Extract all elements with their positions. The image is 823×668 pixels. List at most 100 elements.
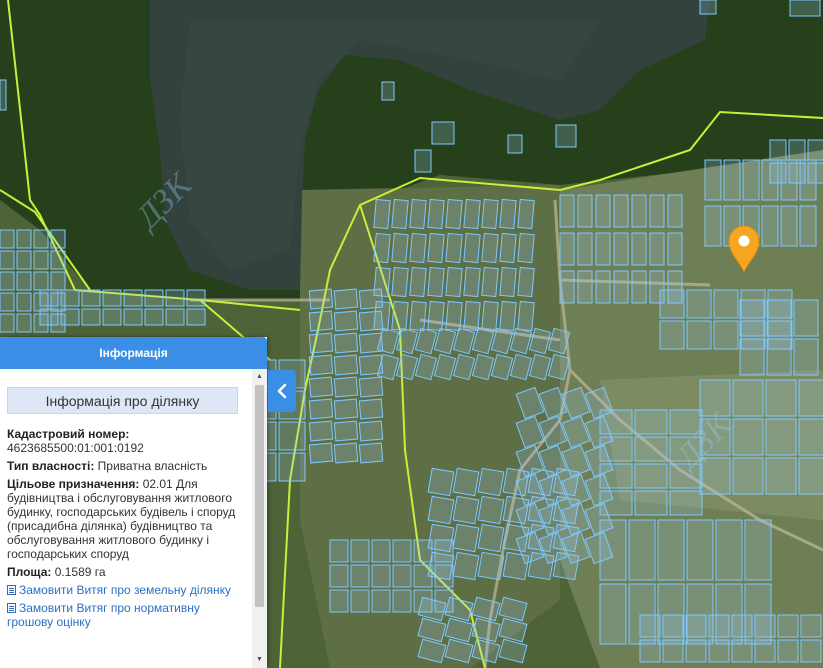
cadastral-parcel[interactable] xyxy=(434,539,454,563)
cadastral-parcel[interactable] xyxy=(144,308,164,326)
cadastral-parcel[interactable] xyxy=(358,288,384,310)
cadastral-parcel[interactable] xyxy=(373,232,391,264)
cadastral-parcel[interactable] xyxy=(392,589,412,613)
cadastral-parcel[interactable] xyxy=(278,421,306,451)
cadastral-parcel[interactable] xyxy=(102,308,122,326)
cadastral-parcel[interactable] xyxy=(631,270,647,304)
cadastral-parcel[interactable] xyxy=(793,338,819,376)
cadastral-parcel[interactable] xyxy=(371,589,391,613)
cadastral-parcel[interactable] xyxy=(766,299,792,337)
cadastral-parcel[interactable] xyxy=(798,379,823,417)
cadastral-parcel[interactable] xyxy=(60,308,80,326)
cadastral-parcel[interactable] xyxy=(445,300,463,332)
cadastral-parcel[interactable] xyxy=(807,162,823,184)
cadastral-parcel[interactable] xyxy=(409,266,427,298)
cadastral-parcel[interactable] xyxy=(507,134,523,154)
cadastral-parcel[interactable] xyxy=(358,442,384,464)
cadastral-parcel[interactable] xyxy=(0,313,15,333)
cadastral-parcel[interactable] xyxy=(481,232,499,264)
cadastral-parcel[interactable] xyxy=(463,300,481,332)
cadastral-parcel[interactable] xyxy=(427,495,455,525)
cadastral-parcel[interactable] xyxy=(308,288,334,310)
cadastral-parcel[interactable] xyxy=(765,457,797,495)
cadastral-parcel[interactable] xyxy=(333,398,359,420)
cadastral-parcel[interactable] xyxy=(413,539,433,563)
cadastral-parcel[interactable] xyxy=(333,442,359,464)
cadastral-parcel[interactable] xyxy=(308,420,334,442)
cadastral-parcel[interactable] xyxy=(754,614,776,638)
cadastral-parcel[interactable] xyxy=(761,205,779,247)
cadastral-parcel[interactable] xyxy=(800,614,822,638)
cadastral-parcel[interactable] xyxy=(708,614,730,638)
cadastral-parcel[interactable] xyxy=(452,551,480,581)
cadastral-parcel[interactable] xyxy=(16,229,32,249)
cadastral-parcel[interactable] xyxy=(16,313,32,333)
cadastral-parcel[interactable] xyxy=(16,292,32,312)
cadastral-parcel[interactable] xyxy=(0,292,15,312)
cadastral-parcel[interactable] xyxy=(358,332,384,354)
cadastral-parcel[interactable] xyxy=(789,0,821,17)
cadastral-parcel[interactable] xyxy=(715,519,743,581)
cadastral-parcel[interactable] xyxy=(765,418,797,456)
cadastral-parcel[interactable] xyxy=(731,614,753,638)
panel-scrollbar[interactable]: ▲ ▼ xyxy=(252,369,267,668)
cadastral-parcel[interactable] xyxy=(33,250,49,270)
cadastral-parcel[interactable] xyxy=(559,232,575,266)
cadastral-parcel[interactable] xyxy=(333,376,359,398)
cadastral-parcel[interactable] xyxy=(686,519,714,581)
cadastral-parcel[interactable] xyxy=(659,289,685,319)
cadastral-parcel[interactable] xyxy=(81,289,101,307)
cadastral-parcel[interactable] xyxy=(333,354,359,376)
cadastral-parcel[interactable] xyxy=(445,266,463,298)
cadastral-parcel[interactable] xyxy=(186,289,206,307)
cadastral-parcel[interactable] xyxy=(409,198,427,230)
cadastral-parcel[interactable] xyxy=(555,124,577,148)
cadastral-parcel[interactable] xyxy=(777,614,799,638)
cadastral-parcel[interactable] xyxy=(599,519,627,581)
cadastral-parcel[interactable] xyxy=(577,270,593,304)
cadastral-parcel[interactable] xyxy=(713,320,739,350)
cadastral-parcel[interactable] xyxy=(595,232,611,266)
cadastral-parcel[interactable] xyxy=(391,198,409,230)
cadastral-parcel[interactable] xyxy=(639,639,661,663)
cadastral-parcel[interactable] xyxy=(477,495,505,525)
cadastral-parcel[interactable] xyxy=(427,467,455,497)
cadastral-parcel[interactable] xyxy=(358,420,384,442)
cadastral-parcel[interactable] xyxy=(445,232,463,264)
cadastral-parcel[interactable] xyxy=(649,232,665,266)
cadastral-parcel[interactable] xyxy=(739,299,765,337)
cadastral-parcel[interactable] xyxy=(731,639,753,663)
cadastral-parcel[interactable] xyxy=(667,194,683,228)
cadastral-parcel[interactable] xyxy=(667,232,683,266)
cadastral-parcel[interactable] xyxy=(788,162,806,184)
cadastral-parcel[interactable] xyxy=(102,289,122,307)
cadastral-parcel[interactable] xyxy=(392,539,412,563)
cadastral-parcel[interactable] xyxy=(427,232,445,264)
cadastral-parcel[interactable] xyxy=(739,338,765,376)
cadastral-parcel[interactable] xyxy=(463,232,481,264)
cadastral-parcel[interactable] xyxy=(669,490,703,516)
cadastral-parcel[interactable] xyxy=(686,289,712,319)
collapse-panel-button[interactable] xyxy=(268,370,296,412)
cadastral-parcel[interactable] xyxy=(308,442,334,464)
cadastral-parcel[interactable] xyxy=(358,354,384,376)
cadastral-parcel[interactable] xyxy=(16,271,32,291)
cadastral-parcel[interactable] xyxy=(329,564,349,588)
cadastral-parcel[interactable] xyxy=(350,564,370,588)
cadastral-parcel[interactable] xyxy=(477,551,505,581)
cadastral-parcel[interactable] xyxy=(599,583,627,645)
cadastral-parcel[interactable] xyxy=(452,523,480,553)
cadastral-parcel[interactable] xyxy=(634,436,668,462)
cadastral-parcel[interactable] xyxy=(481,198,499,230)
cadastral-parcel[interactable] xyxy=(427,300,445,332)
cadastral-parcel[interactable] xyxy=(732,418,764,456)
cadastral-parcel[interactable] xyxy=(649,194,665,228)
cadastral-parcel[interactable] xyxy=(358,376,384,398)
cadastral-parcel[interactable] xyxy=(499,300,517,332)
order-land-extract-link[interactable]: Замовити Витяг про земельну ділянку xyxy=(7,583,245,597)
cadastral-parcel[interactable] xyxy=(123,289,143,307)
cadastral-parcel[interactable] xyxy=(463,198,481,230)
cadastral-parcel[interactable] xyxy=(350,589,370,613)
cadastral-parcel[interactable] xyxy=(0,229,15,249)
cadastral-parcel[interactable] xyxy=(659,320,685,350)
